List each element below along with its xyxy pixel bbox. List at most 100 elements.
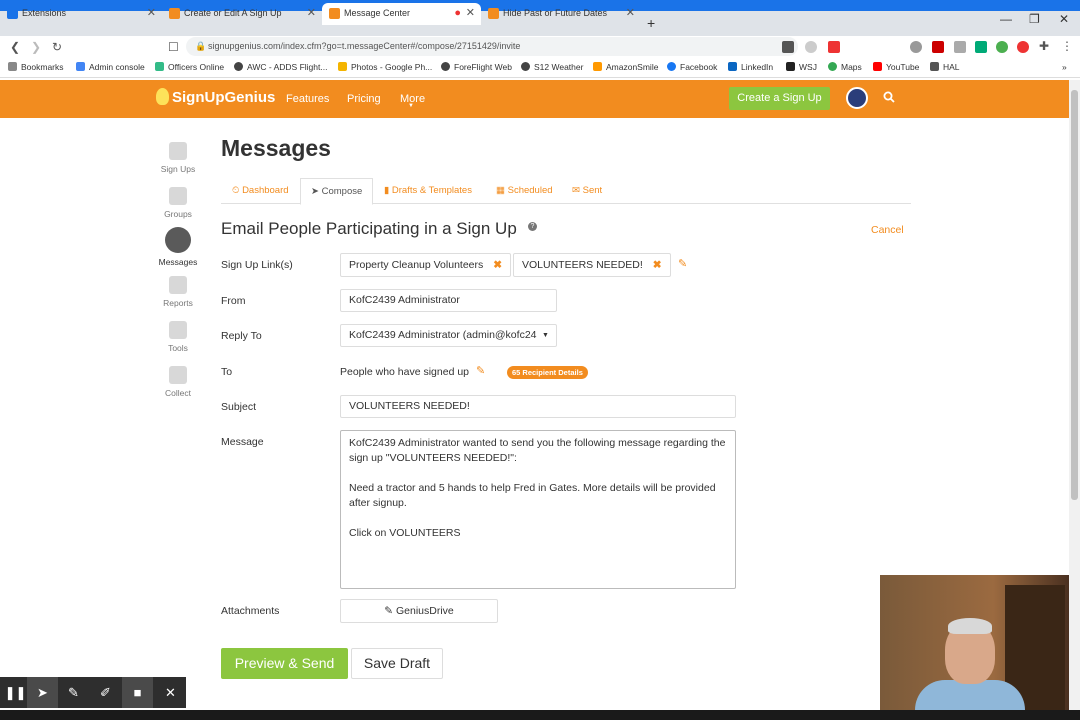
remove-icon[interactable]: ✖ [493,259,502,271]
tab-dashboard[interactable]: ⏲ Dashboard [232,185,289,196]
tab-drafts[interactable]: ▮ Drafts & Templates [384,185,472,196]
browser-tab-create-edit[interactable]: Create or Edit A Sign Up ✕ [162,3,322,25]
bar-chart-icon [169,276,187,294]
extension-icon[interactable] [975,41,987,53]
remove-icon[interactable]: ✖ [653,259,662,271]
message-textarea[interactable]: KofC2439 Administrator wanted to send yo… [340,430,736,589]
sidebar-item-reports[interactable]: Reports [148,276,208,308]
highlighter-icon[interactable]: ✐ [90,677,121,708]
create-signup-button[interactable]: Create a Sign Up [729,87,830,110]
edit-pencil-icon[interactable]: ✎ [476,364,485,377]
envelope-icon [165,227,191,253]
sidebar-item-tools[interactable]: Tools [148,321,208,353]
bookmark-item[interactable]: YouTube [873,62,919,72]
camera-icon[interactable] [782,41,794,53]
menu-icon[interactable]: ⋮ [1061,39,1073,53]
minimize-icon[interactable]: — [1000,12,1012,26]
save-draft-button[interactable]: Save Draft [351,648,443,679]
document-icon [169,142,187,160]
bookmark-item[interactable]: Bookmarks [8,62,64,72]
bookmark-item[interactable]: WSJ [786,62,817,72]
new-tab-button[interactable]: + [647,15,655,31]
extension-icon[interactable] [954,41,966,53]
avatar[interactable] [846,87,868,109]
scrollbar-thumb[interactable] [1071,90,1078,500]
edit-pencil-icon[interactable]: ✎ [678,257,687,270]
tab-scheduled[interactable]: ▦ Scheduled [496,185,553,196]
reload-icon[interactable]: ↻ [52,40,62,54]
pdf-icon[interactable] [932,41,944,53]
bookmark-item[interactable]: ForeFlight Web [441,62,512,72]
lightbulb-icon [156,88,169,105]
bookmark-item[interactable]: AWC - ADDS Flight... [234,62,327,72]
bookmark-item[interactable]: HAL [930,62,960,72]
cloud-icon[interactable] [910,41,922,53]
bookmark-icon[interactable]: ☐ [168,40,179,54]
pen-icon[interactable]: ✎ [58,677,89,708]
close-icon[interactable]: ✕ [155,677,186,708]
envelope-icon: ✉ [572,185,583,196]
bookmark-item[interactable]: LinkedIn [728,62,773,72]
nav-features[interactable]: Features [286,93,329,105]
shield-icon[interactable] [805,41,817,53]
browser-tab-message-center[interactable]: Message Center ● ✕ [322,3,481,25]
bookmark-item[interactable]: Facebook [667,62,717,72]
more-bookmarks-icon[interactable]: » [1062,62,1067,72]
sidebar-item-collect[interactable]: Collect [148,366,208,398]
to-value: People who have signed up [340,366,470,378]
from-field[interactable]: KofC2439 Administrator [340,289,557,312]
recipient-details-badge[interactable]: 65 Recipient Details [507,366,588,379]
cancel-link[interactable]: Cancel [871,224,904,236]
sidebar-item-groups[interactable]: Groups [148,187,208,219]
recording-dot-icon: ● [454,7,461,19]
page-title: Messages [221,135,331,161]
forward-icon[interactable]: ❯ [31,40,41,54]
message-label: Message [221,436,264,448]
search-icon[interactable] [883,91,895,103]
close-icon[interactable]: ✕ [466,3,475,24]
sidebar-item-signups[interactable]: Sign Ups [148,142,208,174]
browser-tab-hide-dates[interactable]: Hide Past or Future Dates ✕ [481,3,641,25]
bookmark-item[interactable]: Photos - Google Ph... [338,62,432,72]
back-icon[interactable]: ❮ [10,40,20,54]
subject-field[interactable]: VOLUNTEERS NEEDED! [340,395,736,418]
close-icon[interactable]: ✕ [307,3,316,24]
message-paragraph: Need a tractor and 5 hands to help Fred … [349,482,716,509]
reply-to-select[interactable]: KofC2439 Administrator (admin@kofc24 [340,324,557,347]
signup-chip: Property Cleanup Volunteers ✖ [340,253,512,277]
pointer-icon[interactable]: ➤ [27,677,58,708]
puzzle-icon[interactable]: ✚ [1039,39,1049,53]
extension-icon[interactable] [828,41,840,53]
bottom-edge [0,710,1080,720]
bookmark-item[interactable]: Officers Online [155,62,224,72]
sidebar-item-messages[interactable]: Messages [148,227,208,267]
preview-send-button[interactable]: Preview & Send [221,648,348,679]
nav-pricing[interactable]: Pricing [347,93,381,105]
geniusdrive-button[interactable]: ✎ GeniusDrive [340,599,498,623]
money-icon [169,366,187,384]
tab-compose[interactable]: ➤ Compose [300,178,374,205]
webcam-person-shirt [915,680,1025,710]
bookmark-item[interactable]: Maps [828,62,862,72]
webcam-person-hair [948,618,992,634]
restore-icon[interactable]: ❐ [1029,12,1040,26]
bookmark-item[interactable]: S12 Weather [521,62,583,72]
site-logo[interactable]: SignUpGenius [156,88,275,106]
tab-sent[interactable]: ✉ Sent [572,185,602,196]
close-window-icon[interactable]: ✕ [1059,12,1069,26]
help-icon[interactable]: ? [528,222,537,231]
close-icon[interactable]: ✕ [147,3,156,24]
close-icon[interactable]: ✕ [626,3,635,24]
signupgenius-favicon-icon [329,8,340,19]
bookmark-item[interactable]: Admin console [76,62,145,72]
extension-icon[interactable] [1017,41,1029,53]
url-text[interactable]: signupgenius.com/index.cfm?go=t.messageC… [208,41,520,51]
attachments-label: Attachments [221,605,280,617]
bookmark-item[interactable]: AmazonSmile [593,62,658,72]
group-icon [169,187,187,205]
camera-icon[interactable]: ■ [122,677,153,708]
signupgenius-favicon-icon [488,8,499,19]
browser-tab-extensions[interactable]: Extensions ✕ [0,3,162,25]
caret-down-icon: ▼ [542,332,549,339]
extension-icon[interactable] [996,41,1008,53]
